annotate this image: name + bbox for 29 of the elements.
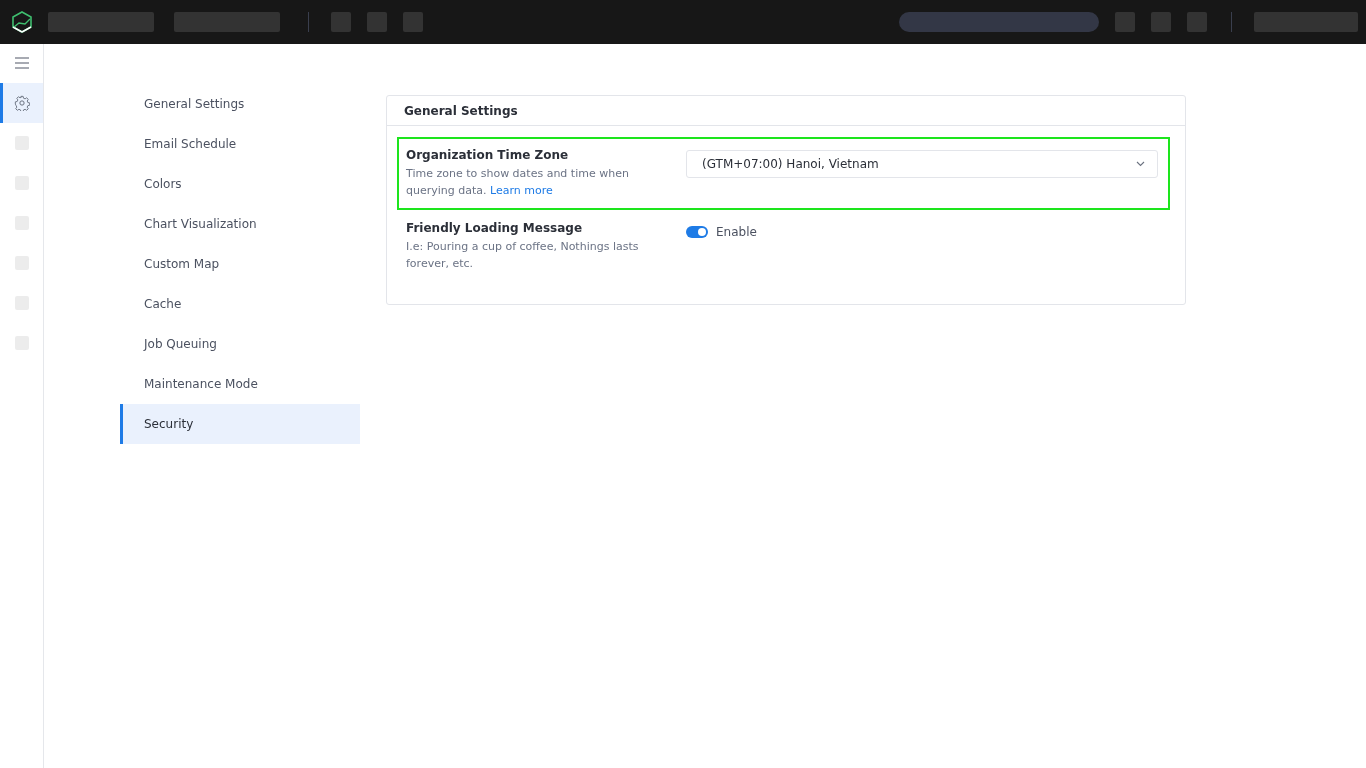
redacted-block <box>331 12 351 32</box>
chevron-down-icon <box>1136 161 1145 167</box>
nav-item[interactable]: General Settings <box>120 84 360 124</box>
nav-item[interactable]: Colors <box>120 164 360 204</box>
learn-more-link[interactable]: Learn more <box>490 184 553 197</box>
nav-item[interactable]: Custom Map <box>120 244 360 284</box>
toggle-switch[interactable] <box>686 226 708 238</box>
setting-description: Time zone to show dates and time when querying data. Learn more <box>406 166 630 199</box>
redacted-block <box>1187 12 1207 32</box>
redacted-block <box>367 12 387 32</box>
nav-item[interactable]: Job Queuing <box>120 324 360 364</box>
card-title: General Settings <box>387 96 1185 126</box>
nav-item[interactable]: Cache <box>120 284 360 324</box>
redacted-block <box>403 12 423 32</box>
hexagon-logo-icon[interactable] <box>10 10 34 34</box>
redacted-block <box>1115 12 1135 32</box>
nav-item[interactable]: Security <box>120 404 360 444</box>
nav-item[interactable]: Chart Visualization <box>120 204 360 244</box>
nav-item[interactable]: Email Schedule <box>120 124 360 164</box>
nav-item[interactable]: Maintenance Mode <box>120 364 360 404</box>
redacted-block <box>1151 12 1171 32</box>
setting-label: Friendly Loading Message <box>406 221 584 235</box>
setting-label: Organization Time Zone <box>406 148 570 162</box>
setting-description: I.e: Pouring a cup of coffee, Nothings lasts forever, etc. <box>406 239 640 272</box>
rail-item[interactable] <box>0 83 43 123</box>
menu-icon[interactable] <box>14 57 29 69</box>
timezone-select[interactable]: (GTM+07:00) Hanoi, Vietnam <box>686 150 1158 178</box>
toggle-label: Enable <box>716 225 757 239</box>
settings-icon <box>13 95 30 111</box>
